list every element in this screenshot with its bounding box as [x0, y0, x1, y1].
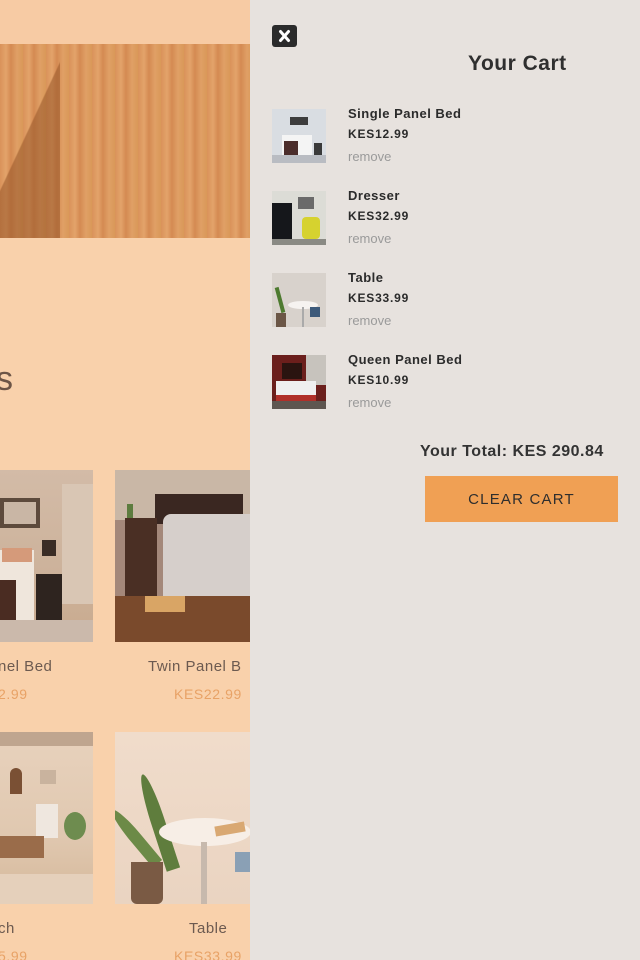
product-price: 5.99: [0, 948, 28, 960]
product-image[interactable]: [115, 732, 250, 904]
hero-banner-shadow: [0, 44, 60, 238]
product-image[interactable]: [0, 732, 93, 904]
item-thumbnail: [272, 191, 326, 245]
cart-item: Table KES33.99 remove: [272, 270, 612, 340]
plant-pot: [131, 862, 163, 904]
wall-art-inner: [4, 502, 36, 524]
remove-item-link[interactable]: remove: [348, 231, 391, 246]
remove-item-link[interactable]: remove: [348, 395, 391, 410]
product-name: Table: [189, 920, 228, 937]
floor: [0, 620, 93, 642]
floor: [0, 874, 93, 904]
wall-clock: [10, 768, 22, 794]
cart-item: Queen Panel Bed KES10.99 remove: [272, 352, 612, 422]
item-price: KES32.99: [348, 209, 410, 223]
nightstand: [36, 574, 62, 624]
clear-cart-button[interactable]: CLEAR CART: [425, 476, 618, 522]
cart-total: Your Total: KES 290.84: [420, 443, 604, 460]
product-price: 2.99: [0, 686, 28, 702]
product-name: nel Bed: [0, 658, 53, 675]
remove-item-link[interactable]: remove: [348, 149, 391, 164]
cart-panel: Your Cart Single Panel Bed KES12.99 remo…: [250, 0, 640, 960]
plant: [64, 812, 86, 840]
product-image[interactable]: [115, 470, 250, 642]
thumb-floor: [272, 401, 326, 409]
ceiling-beam: [0, 732, 93, 746]
table-leg: [201, 842, 207, 904]
item-thumbnail: [272, 273, 326, 327]
product-image[interactable]: [0, 470, 93, 642]
item-price: KES12.99: [348, 127, 410, 141]
thumb-headboard: [282, 363, 302, 379]
product-price: KES33.99: [174, 948, 242, 960]
thumb-chair: [310, 307, 320, 317]
thumb-art: [290, 117, 308, 125]
remove-item-link[interactable]: remove: [348, 313, 391, 328]
item-name: Table: [348, 270, 384, 285]
pillows: [2, 548, 32, 562]
chair: [235, 852, 250, 872]
product-name: Twin Panel B: [148, 658, 242, 675]
lamp: [42, 540, 56, 556]
wall-picture: [40, 770, 56, 784]
close-cart-button[interactable]: [272, 25, 297, 47]
bedding: [163, 514, 250, 600]
item-name: Single Panel Bed: [348, 106, 462, 121]
coffee-table: [0, 836, 44, 858]
item-price: KES33.99: [348, 291, 410, 305]
thumb-floor: [272, 155, 326, 163]
item-thumbnail: [272, 355, 326, 409]
item-name: Dresser: [348, 188, 400, 203]
plant: [127, 504, 133, 518]
nightstand: [125, 518, 157, 598]
section-heading: s: [0, 360, 13, 398]
item-thumbnail: [272, 109, 326, 163]
thumb-table-leg: [302, 307, 304, 327]
thumb-frame: [298, 197, 314, 209]
cart-item: Single Panel Bed KES12.99 remove: [272, 106, 612, 176]
product-name: ch: [0, 920, 15, 937]
cart-item: Dresser KES32.99 remove: [272, 188, 612, 258]
item-name: Queen Panel Bed: [348, 352, 463, 367]
thumb-chair: [302, 217, 320, 239]
cabinet: [36, 804, 58, 838]
thumb-floor: [272, 239, 326, 245]
cart-title: Your Cart: [468, 52, 567, 75]
close-icon: [279, 30, 290, 42]
item-price: KES10.99: [348, 373, 410, 387]
product-price: KES22.99: [174, 686, 242, 702]
navbar-background: [0, 0, 250, 44]
floor-light: [145, 596, 185, 612]
door: [62, 484, 93, 604]
thumb-pot: [276, 313, 286, 327]
store-page-background: s nel Bed 2.99 Twin Panel B KES22.99 ch …: [0, 0, 250, 960]
